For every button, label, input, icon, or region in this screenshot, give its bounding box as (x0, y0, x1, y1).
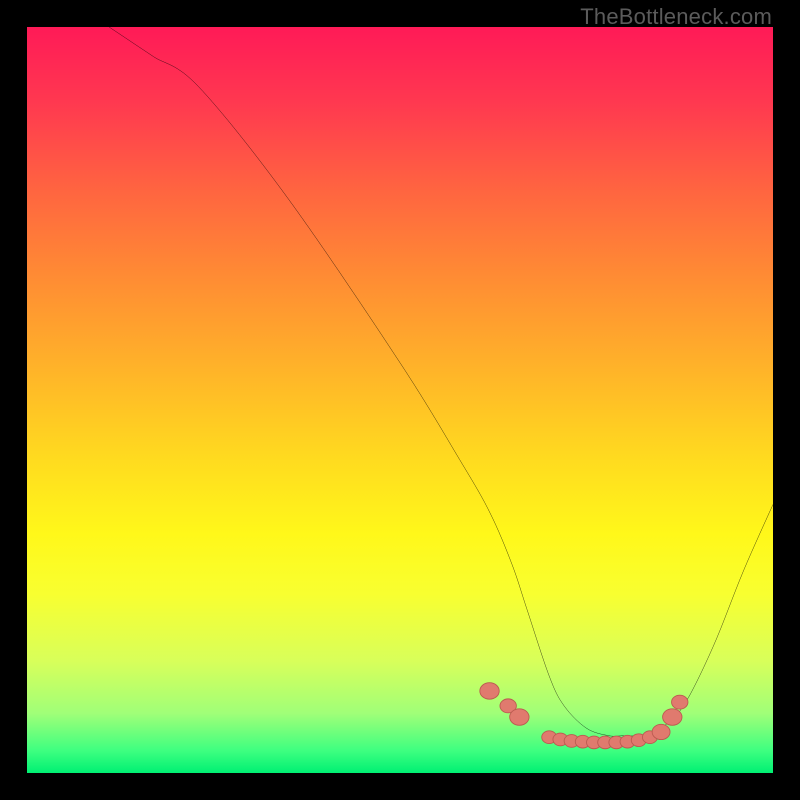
chart-stage: TheBottleneck.com (0, 0, 800, 800)
attribution-label: TheBottleneck.com (580, 4, 772, 30)
curve-marker (510, 709, 529, 725)
chart-svg (27, 27, 773, 773)
curve-marker (480, 683, 499, 699)
curve-marker (663, 709, 682, 725)
curve-marker (672, 695, 688, 709)
curve-markers (480, 683, 688, 749)
curve-marker (652, 724, 670, 739)
bottleneck-curve-path (109, 27, 773, 736)
